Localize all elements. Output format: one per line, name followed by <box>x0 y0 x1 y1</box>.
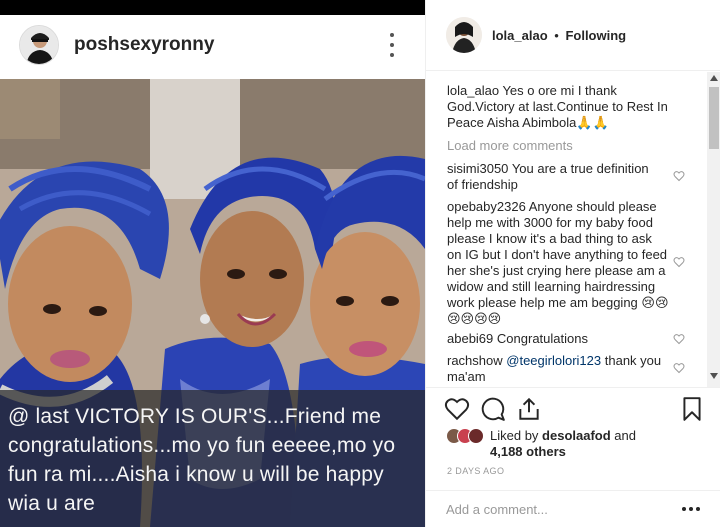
post-header: poshsexyronny <box>0 15 425 79</box>
comments-scrollbar[interactable] <box>707 72 720 387</box>
comment-like-heart-icon[interactable] <box>673 256 685 268</box>
follow-status[interactable]: Following <box>565 28 626 43</box>
scrollbar-thumb[interactable] <box>709 87 719 149</box>
follow-separator: • <box>554 28 559 43</box>
owner-header-line: lola_alao • Following <box>492 28 626 43</box>
liker-avatar[interactable] <box>468 428 484 444</box>
scroll-down-arrow-icon[interactable] <box>710 373 718 379</box>
comment-item: abebi69 Congratulations <box>447 331 667 347</box>
comment-mention[interactable]: @teegirlolori123 <box>506 353 601 368</box>
comment-item: sisimi3050 You are a true definition of … <box>447 161 662 193</box>
owner-comment: lola_alao Yes o ore mi I thank God.Victo… <box>447 83 687 131</box>
comment-bubble-icon[interactable] <box>480 396 506 422</box>
comment-text: Anyone should please help me with 3000 f… <box>447 199 669 326</box>
likes-and: and <box>614 428 636 443</box>
owner-username[interactable]: lola_alao <box>492 28 548 43</box>
owner-avatar[interactable] <box>446 17 482 53</box>
likes-text: Liked by desolaafod and 4,188 others <box>490 428 636 460</box>
more-dots-icon[interactable] <box>386 31 398 59</box>
comment-username[interactable]: sisimi3050 <box>447 161 508 176</box>
comment-text: Congratulations <box>496 331 588 346</box>
post-author-username[interactable]: poshsexyronny <box>74 34 214 56</box>
share-icon[interactable] <box>516 396 542 422</box>
add-comment-bar <box>426 490 720 527</box>
caption-overlay-text: @ last VICTORY IS OUR'S...Friend me cong… <box>8 405 396 515</box>
details-header: lola_alao • Following <box>426 0 720 71</box>
post-author-avatar[interactable] <box>19 25 59 65</box>
post-timestamp[interactable]: 2 DAYS AGO <box>447 466 504 476</box>
comment-like-heart-icon[interactable] <box>673 170 685 182</box>
comment-username[interactable]: abebi69 <box>447 331 493 346</box>
likes-count[interactable]: 4,188 others <box>490 444 566 459</box>
add-comment-input[interactable] <box>446 502 666 517</box>
post-actions-bar <box>426 387 720 431</box>
post-image-panel: poshsexyronny @ last VICTORY IS OUR'S...… <box>0 0 425 527</box>
comment-item: opebaby2326 Anyone should please help me… <box>447 199 669 327</box>
comment-username[interactable]: opebaby2326 <box>447 199 526 214</box>
post-details-panel: lola_alao • Following lola_alao Yes o or… <box>425 0 720 527</box>
comment-username[interactable]: lola_alao <box>447 83 499 98</box>
likes-prefix: Liked by <box>490 428 539 443</box>
comment-like-heart-icon[interactable] <box>673 362 685 374</box>
likes-summary: Liked by desolaafod and 4,188 others <box>446 426 716 462</box>
scroll-up-arrow-icon[interactable] <box>710 75 718 81</box>
liker-username[interactable]: desolaafod <box>542 428 611 443</box>
comment-username[interactable]: rachshow <box>447 353 503 368</box>
heart-icon[interactable] <box>444 396 470 422</box>
bookmark-icon[interactable] <box>679 396 705 422</box>
comments-list: lola_alao Yes o ore mi I thank God.Victo… <box>426 72 709 387</box>
more-dots-icon[interactable] <box>682 507 702 513</box>
load-more-comments-link[interactable]: Load more comments <box>447 138 573 153</box>
comment-like-heart-icon[interactable] <box>673 333 685 345</box>
comment-item: rachshow @teegirlolori123 thank you ma'a… <box>447 353 662 385</box>
